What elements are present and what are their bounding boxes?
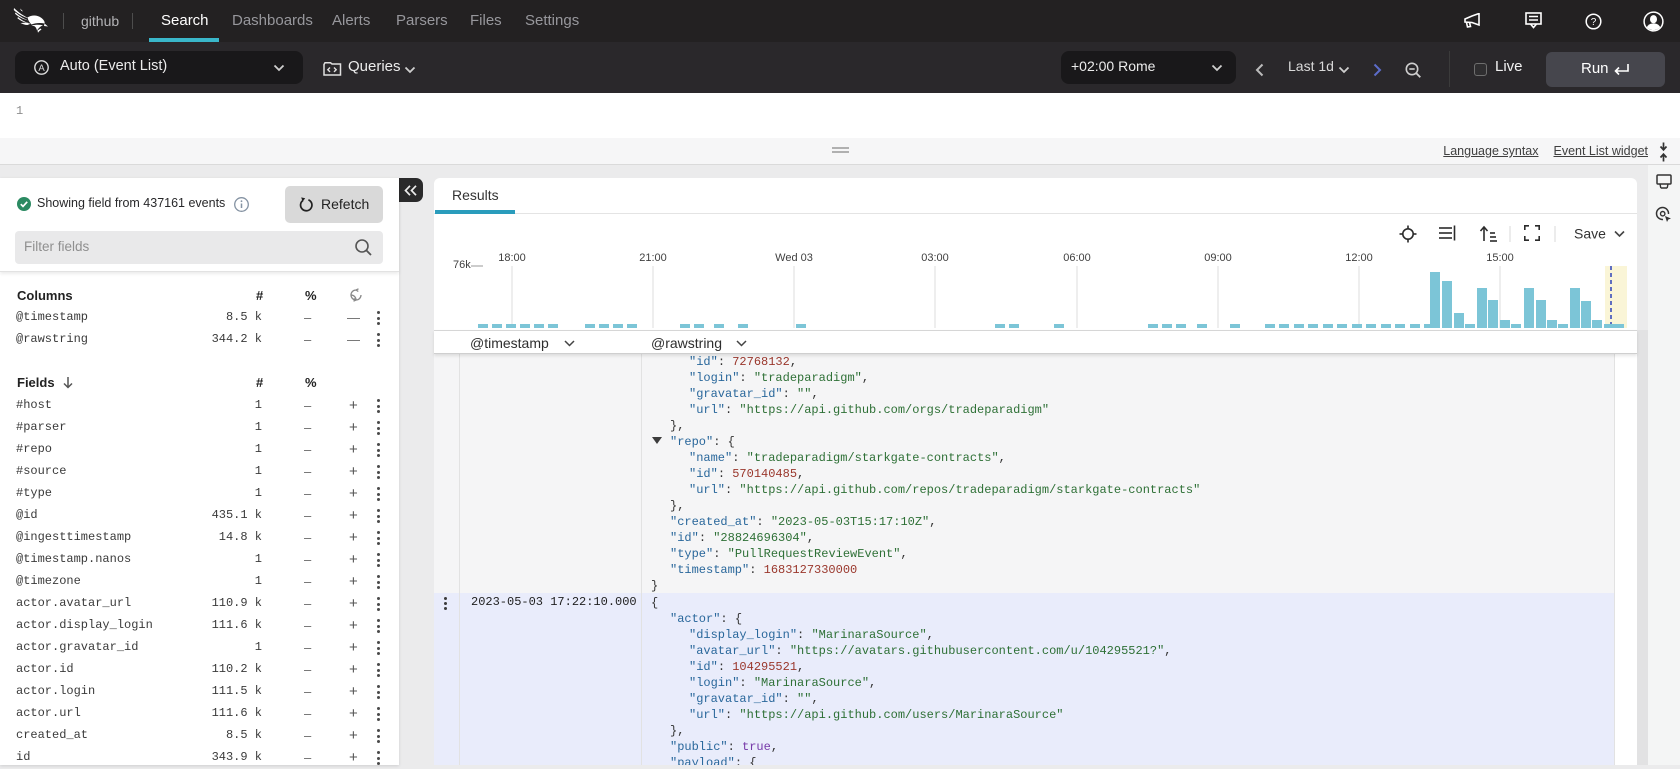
- svg-text:A: A: [38, 63, 45, 74]
- svg-text:?: ?: [1591, 17, 1597, 28]
